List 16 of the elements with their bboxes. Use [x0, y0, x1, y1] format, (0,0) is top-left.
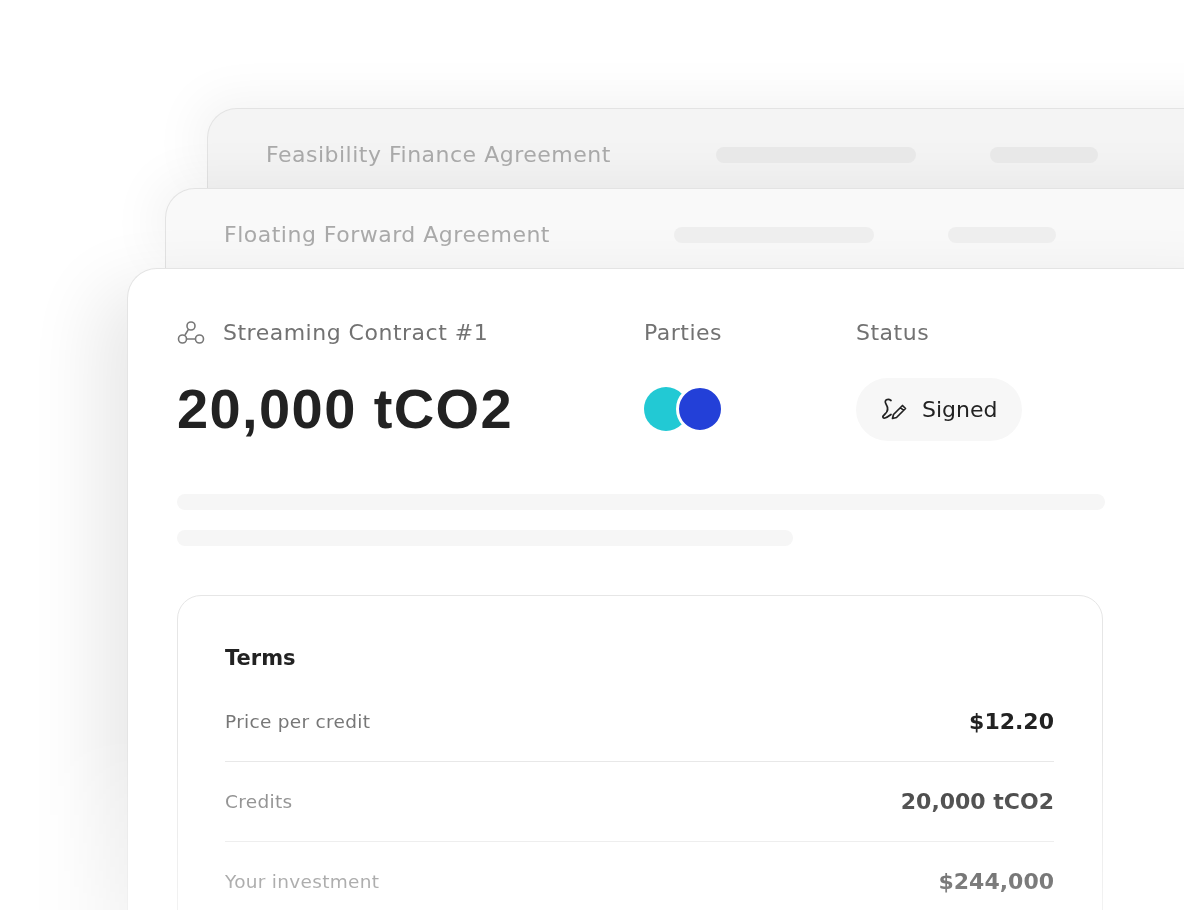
term-value: $12.20 — [969, 709, 1054, 734]
term-value: $244,000 — [938, 869, 1054, 894]
status-label: Status — [856, 320, 931, 346]
status-text: Signed — [922, 396, 998, 422]
nodes-icon — [177, 320, 205, 346]
term-value: 20,000 tCO2 — [900, 789, 1054, 814]
parties-label: Parties — [644, 320, 724, 346]
contract-name: Streaming Contract #1 — [223, 320, 489, 346]
signature-pencil-icon — [880, 397, 908, 421]
term-label: Price per credit — [225, 711, 371, 732]
agreement-title: Feasibility Finance Agreement — [266, 143, 612, 167]
terms-title: Terms — [225, 645, 297, 672]
agreement-title: Floating Forward Agreement — [224, 223, 551, 247]
contract-amount: 20,000 tCO2 — [177, 377, 515, 441]
term-label: Credits — [225, 791, 293, 812]
term-label: Your investment — [225, 871, 380, 892]
